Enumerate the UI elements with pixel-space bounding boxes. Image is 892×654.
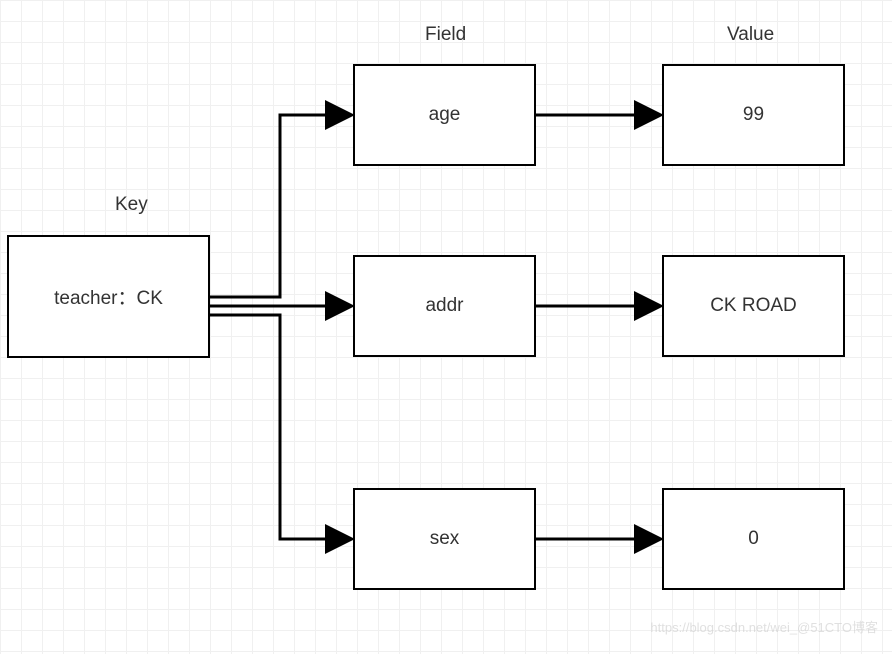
value-label: Value bbox=[727, 24, 774, 46]
field-box-1-text: addr bbox=[425, 295, 463, 317]
value-box-0: 99 bbox=[662, 64, 845, 166]
watermark-text: https://blog.csdn.net/wei_@51CTO博客 bbox=[650, 617, 878, 636]
field-box-0: age bbox=[353, 64, 536, 166]
value-box-1-text: CK ROAD bbox=[710, 295, 797, 317]
key-box: teacher：CK bbox=[7, 235, 210, 358]
key-label: Key bbox=[115, 194, 148, 216]
field-box-2: sex bbox=[353, 488, 536, 590]
value-box-2-text: 0 bbox=[748, 528, 759, 550]
field-box-2-text: sex bbox=[430, 528, 460, 550]
field-label: Field bbox=[425, 24, 466, 46]
value-box-0-text: 99 bbox=[743, 104, 764, 126]
value-box-2: 0 bbox=[662, 488, 845, 590]
key-box-text: teacher：CK bbox=[54, 283, 163, 310]
value-box-1: CK ROAD bbox=[662, 255, 845, 357]
field-box-0-text: age bbox=[429, 104, 461, 126]
field-box-1: addr bbox=[353, 255, 536, 357]
